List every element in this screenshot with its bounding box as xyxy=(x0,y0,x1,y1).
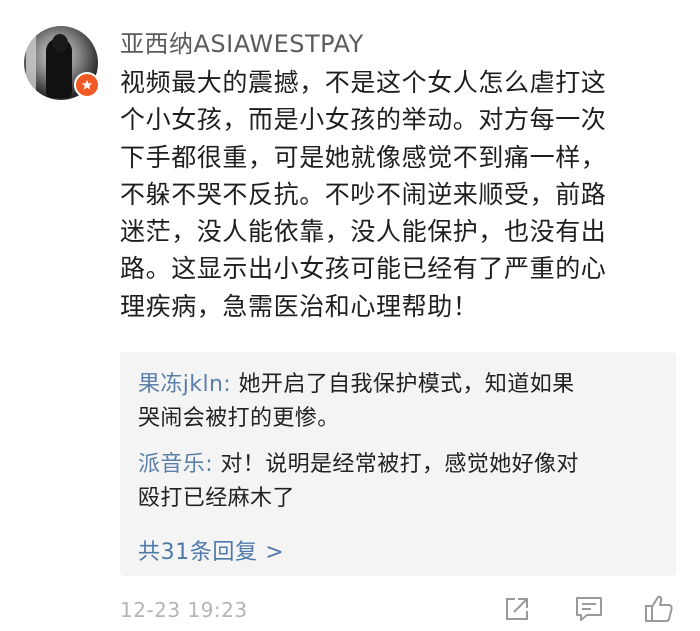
share-button[interactable] xyxy=(500,592,534,626)
comment-button[interactable] xyxy=(572,592,606,626)
comment-card: 亚西纳ASIAWESTPAY 视频最大的震撼，不是这个女人怎么虐打这 个小女孩，… xyxy=(0,0,700,631)
reply-author[interactable]: 果冻jkln: xyxy=(138,372,231,397)
comment-body: 视频最大的震撼，不是这个女人怎么虐打这 个小女孩，而是小女孩的举动。对方每一次 … xyxy=(120,68,607,321)
avatar-highlight xyxy=(26,32,36,94)
post-timestamp: 12-23 19:23 xyxy=(120,598,248,622)
share-icon xyxy=(506,598,528,620)
avatar-figure-head xyxy=(52,34,68,52)
reply-author[interactable]: 派音乐: xyxy=(138,452,213,477)
like-button[interactable] xyxy=(642,592,676,626)
reply-item: 派音乐: 对！说明是经常被打，感觉她好像对 殴打已经麻木了 xyxy=(138,448,668,516)
username[interactable]: 亚西纳ASIAWESTPAY xyxy=(120,24,364,59)
thumbs-up-icon xyxy=(645,595,673,622)
replies-panel[interactable]: 果冻jkln: 她开启了自我保护模式，知道如果 哭闹会被打的更惨。 派音乐: 对… xyxy=(120,352,676,576)
more-replies-link[interactable]: 共31条回复 > xyxy=(138,534,284,566)
verified-badge-icon xyxy=(74,72,100,98)
comment-icon xyxy=(576,597,602,621)
reply-item: 果冻jkln: 她开启了自我保护模式，知道如果 哭闹会被打的更惨。 xyxy=(138,368,668,436)
